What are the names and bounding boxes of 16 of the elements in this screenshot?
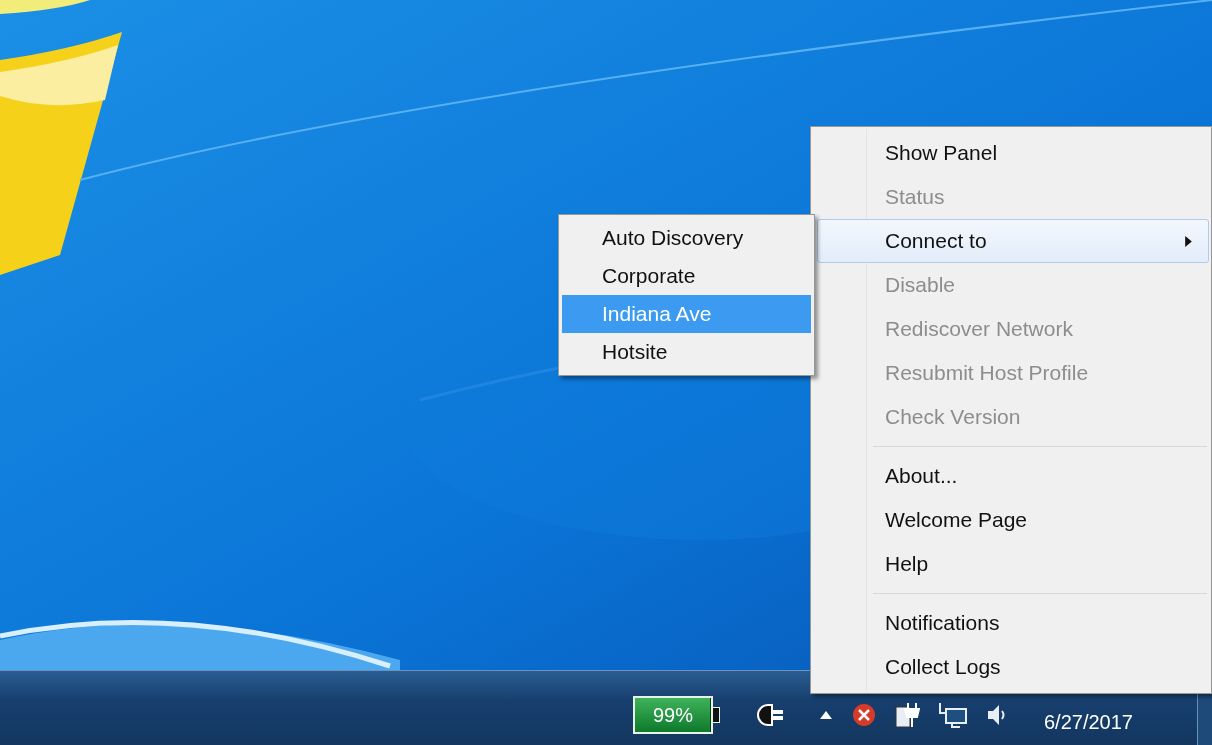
submenu-item[interactable]: Corporate — [562, 257, 811, 295]
network-plug-icon[interactable] — [894, 701, 920, 729]
power-plug-icon[interactable] — [754, 702, 784, 728]
menu-item[interactable]: Welcome Page — [817, 498, 1209, 542]
show-hidden-icons-arrow-icon[interactable] — [820, 711, 832, 719]
taskbar-date[interactable]: 6/27/2017 — [1044, 710, 1133, 734]
menu-item[interactable]: Collect Logs — [817, 645, 1209, 689]
submenu-item[interactable]: Hotsite — [562, 333, 811, 371]
menu-item[interactable]: Show Panel — [817, 131, 1209, 175]
battery-percentage: 99% — [653, 703, 693, 727]
network-monitor-icon[interactable] — [938, 701, 968, 729]
menu-item[interactable]: Notifications — [817, 601, 1209, 645]
menu-item[interactable]: Connect to — [817, 219, 1209, 263]
submenu-item[interactable]: Auto Discovery — [562, 219, 811, 257]
menu-item[interactable]: About... — [817, 454, 1209, 498]
menu-item[interactable]: Help — [817, 542, 1209, 586]
